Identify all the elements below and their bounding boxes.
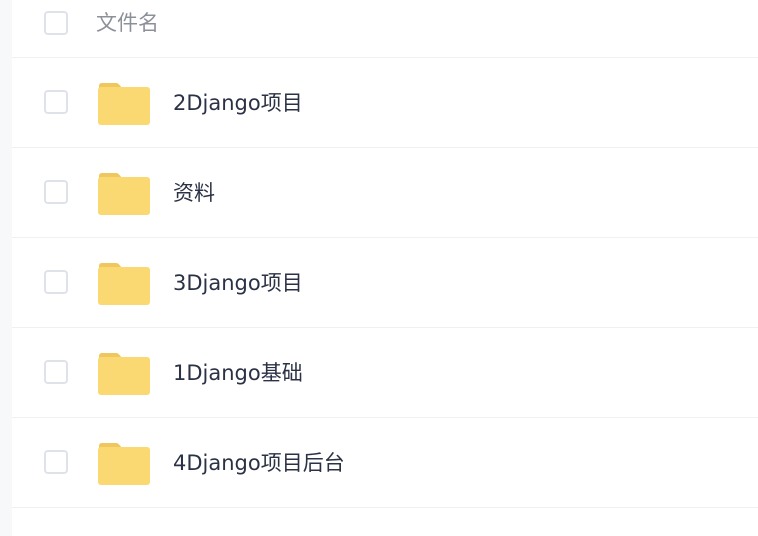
folder-icon: [98, 263, 150, 305]
file-list: 文件名 2Django项目 资料 3Django项目 1Django基础 4Dj…: [12, 0, 758, 508]
folder-icon: [98, 353, 150, 395]
file-list-header: 文件名: [12, 0, 758, 58]
folder-icon: [98, 83, 150, 125]
name-column-header[interactable]: 文件名: [96, 9, 159, 37]
select-all-checkbox[interactable]: [44, 11, 68, 35]
file-row[interactable]: 4Django项目后台: [12, 418, 758, 508]
file-name[interactable]: 1Django基础: [173, 359, 303, 387]
file-row[interactable]: 资料: [12, 148, 758, 238]
file-name[interactable]: 2Django项目: [173, 89, 303, 117]
file-row[interactable]: 2Django项目: [12, 58, 758, 148]
file-row[interactable]: 1Django基础: [12, 328, 758, 418]
file-row[interactable]: 3Django项目: [12, 238, 758, 328]
row-checkbox[interactable]: [44, 180, 68, 204]
row-checkbox[interactable]: [44, 270, 68, 294]
row-checkbox[interactable]: [44, 90, 68, 114]
left-panel-edge: [0, 0, 12, 536]
file-name[interactable]: 资料: [173, 179, 215, 207]
folder-icon: [98, 443, 150, 485]
row-checkbox[interactable]: [44, 360, 68, 384]
file-browser: 文件名 2Django项目 资料 3Django项目 1Django基础 4Dj…: [0, 0, 758, 536]
folder-icon: [98, 173, 150, 215]
row-checkbox[interactable]: [44, 450, 68, 474]
file-name[interactable]: 4Django项目后台: [173, 449, 345, 477]
file-name[interactable]: 3Django项目: [173, 269, 303, 297]
